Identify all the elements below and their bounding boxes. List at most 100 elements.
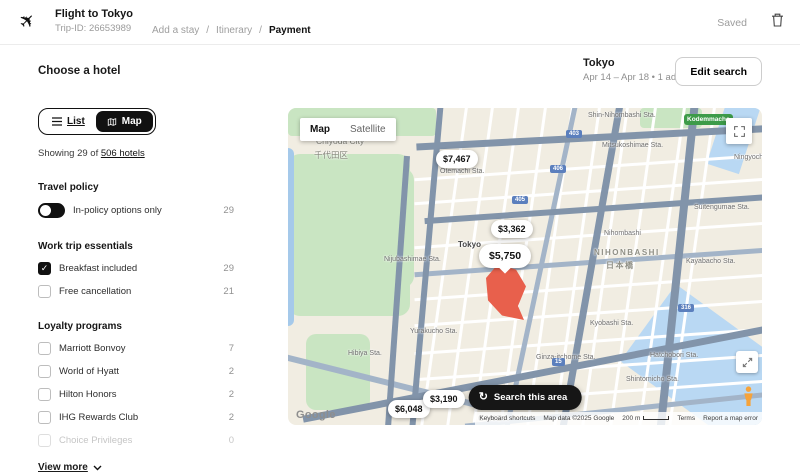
map-label: Nihombashi [604,230,641,237]
terms-link[interactable]: Terms [673,412,699,425]
checkbox-icon[interactable] [38,285,51,298]
filter-count: 2 [229,389,234,400]
map-type-control: Map Satellite [300,118,396,141]
filter-choice-privileges: Choice Privileges 0 [38,434,234,447]
essentials-heading: Work trip essentials [38,241,234,252]
map-canvas[interactable]: Map Satellite ↻ Search this area Google … [288,108,762,425]
list-view-label: List [67,116,85,127]
filter-count: 0 [229,435,234,446]
map-label: Tokyo [458,240,481,249]
filter-ihg-rewards-club[interactable]: IHG Rewards Club 2 [38,411,234,424]
top-header: ✈ Flight to Tokyo Trip-ID: 26653989 Add … [0,0,800,45]
scale-label: 200 m [622,415,640,422]
edit-search-button[interactable]: Edit search [675,57,762,86]
results-count-prefix: Showing 29 of [38,148,98,159]
map-icon [107,117,117,127]
pegman-icon [742,386,755,407]
map-data-credit: Map data ©2025 Google [539,412,618,425]
search-this-area-button[interactable]: ↻ Search this area [469,385,582,410]
keyboard-shortcuts-link[interactable]: Keyboard shortcuts [475,412,539,425]
breadcrumb-add-stay[interactable]: Add a stay [152,25,199,36]
view-more-link[interactable]: View more [38,462,234,473]
checkbox-icon[interactable] [38,388,51,401]
hotel-price-marker[interactable]: $3,190 [423,390,465,408]
breadcrumb-separator: / [206,25,209,36]
road-number-badge: 406 [550,165,566,173]
breadcrumb-payment[interactable]: Payment [269,25,311,36]
road-number-badge: 405 [512,196,528,204]
in-policy-label: In-policy options only [73,205,162,216]
google-logo[interactable]: Google [296,409,336,421]
delete-trip-button[interactable] [771,13,784,30]
checkbox-icon[interactable] [38,342,51,355]
trip-title: Flight to Tokyo [55,8,133,20]
road-number-badge: 15 [552,358,565,366]
search-this-area-label: Search this area [494,392,567,403]
results-count-link[interactable]: 506 hotels [101,148,145,159]
map-type-satellite-button[interactable]: Satellite [340,118,396,141]
map-label: 千代田区 [314,149,348,161]
breadcrumb: Add a stay / Itinerary / Payment [152,25,311,36]
breadcrumb-itinerary[interactable]: Itinerary [216,25,252,36]
report-map-error-link[interactable]: Report a map error [699,412,762,425]
hotel-price-marker[interactable]: $7,467 [436,150,478,168]
filter-label: World of Hyatt [59,366,119,377]
trip-id: Trip-ID: 26653989 [55,23,133,34]
map-label: Shin-Nihombashi Sta. [588,112,656,119]
list-view-button[interactable]: List [41,111,96,132]
trash-icon [771,13,784,27]
filter-label: Hilton Honors [59,389,117,400]
in-policy-count: 29 [223,205,234,216]
road-number-badge: 316 [678,304,694,312]
map-label: NIHONBASHI [594,248,660,257]
filter-world-of-hyatt[interactable]: World of Hyatt 2 [38,365,234,378]
map-label: Nijubashimae Sta. [384,256,441,263]
map-label: Kayabacho Sta. [686,258,735,265]
results-count: Showing 29 of 506 hotels [38,148,234,159]
chevron-down-icon [93,465,102,471]
map-label: Shintomicho Sta. [626,376,679,383]
fullscreen-button[interactable] [726,118,752,144]
checkbox-icon[interactable] [38,411,51,424]
in-policy-toggle-row: In-policy options only 29 [38,203,234,218]
checkbox-icon[interactable] [38,365,51,378]
filter-breakfast-included[interactable]: ✓ Breakfast included 29 [38,262,234,275]
filter-hilton-honors[interactable]: Hilton Honors 2 [38,388,234,401]
filter-count: 7 [229,343,234,354]
filter-label: IHG Rewards Club [59,412,138,423]
map-view-button[interactable]: Map [96,111,153,132]
map-attribution: Keyboard shortcuts Map data ©2025 Google… [475,412,762,425]
map-label: Kyobashi Sta. [590,320,633,327]
destination-name: Tokyo [583,57,686,69]
breadcrumb-separator: / [259,25,262,36]
map-type-map-button[interactable]: Map [300,118,340,141]
in-policy-toggle[interactable] [38,203,65,218]
map-label: Suitengumae Sta. [694,204,750,211]
map-scale: 200 m [618,412,673,425]
search-summary: Tokyo Apr 14 – Apr 18 • 1 adult [583,57,686,83]
map-label: Ningyocho Sta. [734,154,762,161]
road-number-badge: 403 [566,130,582,138]
filters-sidebar: List Map Showing 29 of 506 hotels Travel… [38,108,234,473]
hotel-price-marker[interactable]: $5,750 [479,244,531,268]
refresh-icon: ↻ [479,392,488,403]
filter-label: Breakfast included [59,263,137,274]
filter-marriott-bonvoy[interactable]: Marriott Bonvoy 7 [38,342,234,355]
filter-count: 29 [223,263,234,274]
airline-logo-icon: ✈ [14,8,42,36]
scale-bar [643,416,669,420]
search-dates: Apr 14 – Apr 18 • 1 adult [583,72,686,83]
filter-label: Choice Privileges [59,435,132,446]
checkbox-checked-icon[interactable]: ✓ [38,262,51,275]
filter-free-cancellation[interactable]: Free cancellation 21 [38,285,234,298]
hotel-price-marker[interactable]: $3,362 [491,220,533,238]
filter-count: 2 [229,412,234,423]
pegman-street-view[interactable] [742,386,755,410]
toggle-knob [40,205,51,216]
map-view-label: Map [122,116,142,127]
view-more-label: View more [38,462,88,473]
map-label: Ginza-itchome Sta. [536,354,596,361]
filter-count: 21 [223,286,234,297]
map-moat-water [288,148,294,326]
pan-control-button[interactable] [736,351,758,373]
